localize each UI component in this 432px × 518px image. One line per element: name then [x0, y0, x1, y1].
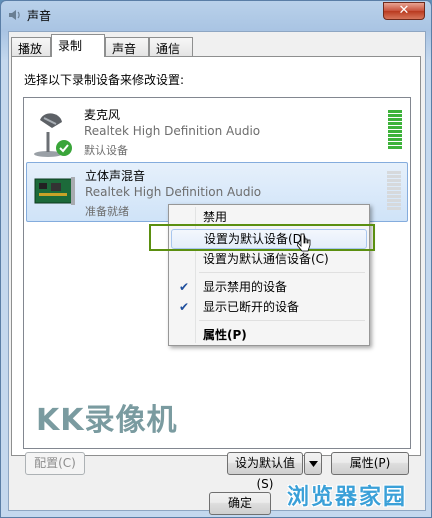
menu-separator: [199, 320, 365, 321]
configure-button[interactable]: 配置(C): [25, 452, 85, 475]
checkmark-icon: ✔: [179, 280, 190, 294]
tab-communications[interactable]: 通信: [149, 37, 193, 56]
close-button[interactable]: ✕: [383, 2, 425, 20]
device-name: 立体声混音: [85, 169, 146, 183]
site-logo: 浏览器家园: [287, 485, 408, 510]
device-item-microphone[interactable]: 麦克风 Realtek High Definition Audio 默认设备: [26, 102, 408, 162]
title-bar: 声音 ✕: [1, 1, 431, 29]
level-meter: [388, 110, 402, 150]
menu-separator: [199, 272, 365, 273]
sound-card-icon: [34, 177, 75, 205]
sound-dialog: 声音 ✕ 播放 录制 声音 通信 选择以下录制设备来修改设置: 麦克风 Real…: [0, 0, 432, 518]
tab-sounds[interactable]: 声音: [105, 37, 149, 56]
watermark-text: KK录像机: [36, 403, 178, 438]
properties-button[interactable]: 属性(P): [331, 452, 409, 475]
device-driver: Realtek High Definition Audio: [84, 124, 261, 138]
level-meter: [387, 171, 401, 211]
annotation-highlight-box: [149, 224, 375, 251]
speaker-icon: [9, 10, 20, 20]
device-driver: Realtek High Definition Audio: [85, 185, 262, 199]
menu-item-properties[interactable]: 属性(P): [171, 325, 367, 345]
set-default-button[interactable]: 设为默认值(S): [227, 452, 303, 491]
instruction-text: 选择以下录制设备来修改设置:: [24, 73, 185, 87]
menu-item-show-disconnected[interactable]: ✔ 显示已断开的设备: [171, 297, 367, 317]
device-status: 准备就绪: [85, 205, 129, 218]
checkmark-icon: ✔: [179, 300, 190, 314]
tab-playback[interactable]: 播放: [11, 37, 51, 56]
close-icon: ✕: [398, 3, 410, 18]
ok-button[interactable]: 确定: [209, 492, 271, 515]
window-title: 声音: [27, 9, 52, 23]
mouse-cursor-icon: [297, 233, 311, 252]
menu-item-set-default-comm-device[interactable]: 设置为默认通信设备(C): [171, 249, 367, 269]
device-name: 麦克风: [84, 108, 121, 122]
tab-recording[interactable]: 录制: [51, 34, 105, 57]
device-status: 默认设备: [84, 144, 128, 157]
chevron-down-icon: [308, 461, 318, 467]
microphone-icon: [34, 113, 72, 157]
set-default-dropdown-button[interactable]: [304, 452, 322, 475]
menu-item-show-disabled[interactable]: ✔ 显示禁用的设备: [171, 277, 367, 297]
